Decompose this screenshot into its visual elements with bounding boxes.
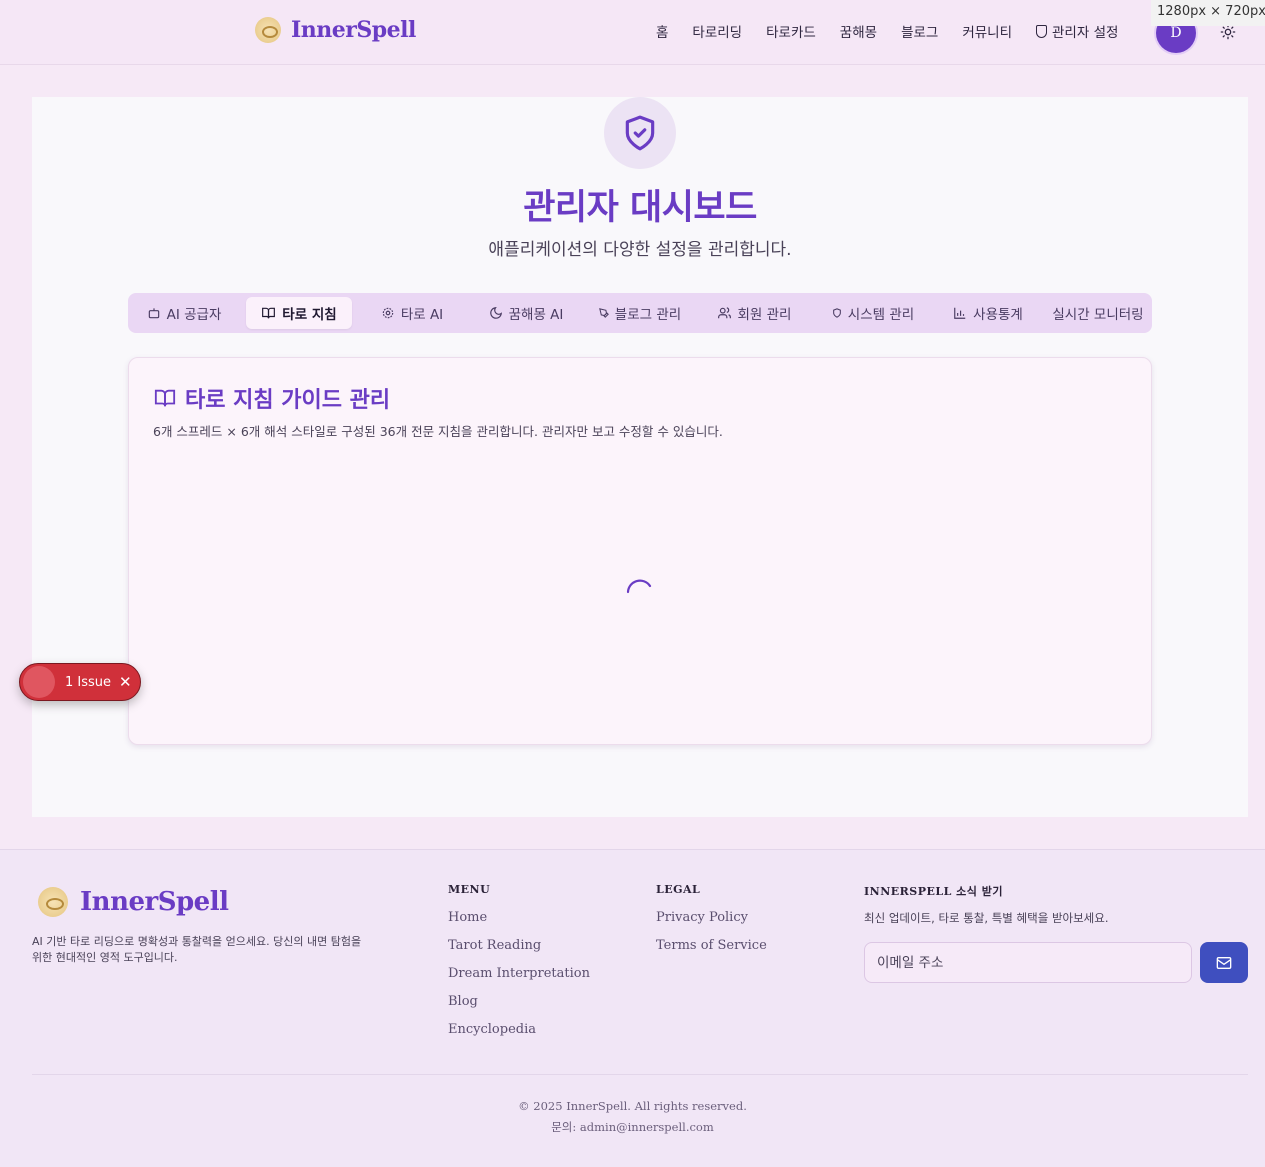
brand-logo[interactable]: InnerSpell: [255, 17, 416, 43]
footer-link-encyclopedia[interactable]: Encyclopedia: [448, 1022, 590, 1050]
tab-usage-stats[interactable]: 사용통계: [940, 297, 1036, 329]
loading-spinner-icon: [626, 579, 652, 594]
tab-ai-provider[interactable]: AI 공급자: [128, 297, 240, 329]
bot-icon: [148, 308, 159, 319]
shield-check-icon: [625, 115, 655, 151]
nav-home[interactable]: 홈: [656, 21, 668, 41]
site-header: InnerSpell 홈 타로리딩 타로카드 꿈해몽 블로그 커뮤니티 관리자 …: [0, 0, 1265, 65]
footer-newsletter-desc: 최신 업데이트, 타로 통찰, 특별 혜택을 받아보세요.: [864, 911, 1109, 925]
main-nav: 홈 타로리딩 타로카드 꿈해몽 블로그 커뮤니티 관리자 설정: [656, 21, 1142, 41]
bar-chart-icon: [954, 307, 966, 319]
card-description: 6개 스프레드 × 6개 해석 스타일로 구성된 36개 전문 지침을 관리합니…: [153, 424, 723, 439]
footer-copyright: © 2025 InnerSpell. All rights reserved.: [518, 1099, 747, 1113]
pen-nib-icon: [598, 308, 609, 318]
footer-legal-links: Privacy Policy Terms of Service: [656, 910, 767, 966]
footer-contact: 문의: admin@innerspell.com: [551, 1120, 714, 1134]
nav-admin-label: 관리자 설정: [1052, 25, 1119, 41]
sun-icon: [1220, 24, 1236, 40]
shield-icon: [832, 308, 841, 318]
issue-count: 1 Issue: [65, 674, 112, 690]
footer-link-blog[interactable]: Blog: [448, 994, 590, 1022]
eye-logo-icon: [38, 887, 68, 917]
footer-about: AI 기반 타로 리딩으로 명확성과 통찰력을 얻으세요. 당신의 내면 탐험을…: [32, 935, 362, 964]
moon-icon: [489, 307, 502, 319]
cog-icon: [382, 307, 394, 319]
issue-indicator-icon: [23, 666, 55, 698]
tab-tarot-guidelines[interactable]: 타로 지침: [246, 297, 352, 329]
brand-name: InnerSpell: [291, 17, 416, 43]
footer-legal-title: LEGAL: [656, 883, 701, 896]
mail-icon: [1216, 956, 1232, 969]
tab-label: 꿈해몽 AI: [508, 307, 564, 323]
nav-blog[interactable]: 블로그: [901, 21, 938, 41]
admin-dashboard: 관리자 대시보드 애플리케이션의 다양한 설정을 관리합니다. AI 공급자 타…: [32, 97, 1248, 817]
footer-menu-title: MENU: [448, 883, 491, 896]
admin-tabs: AI 공급자 타로 지침 타로 AI 꿈해몽 AI 블로그 관리 회원 관리 시…: [128, 293, 1152, 333]
book-open-icon: [262, 307, 276, 319]
tab-label: 시스템 관리: [847, 307, 915, 323]
footer-divider: [32, 1074, 1248, 1075]
nav-tarot-reading[interactable]: 타로리딩: [692, 21, 742, 41]
newsletter-email-input[interactable]: [864, 942, 1192, 983]
nav-admin-settings[interactable]: 관리자 설정: [1036, 21, 1118, 41]
shield-icon: [1036, 24, 1048, 38]
footer-link-dream[interactable]: Dream Interpretation: [448, 966, 590, 994]
tab-label: 회원 관리: [737, 307, 792, 323]
tab-label: 사용통계: [973, 307, 1023, 323]
footer-link-privacy[interactable]: Privacy Policy: [656, 910, 767, 938]
footer-link-tarot-reading[interactable]: Tarot Reading: [448, 938, 590, 966]
tab-label: 블로그 관리: [614, 307, 682, 323]
tab-label: 타로 지침: [282, 307, 337, 323]
newsletter-submit-button[interactable]: [1200, 942, 1248, 983]
site-footer: InnerSpell AI 기반 타로 리딩으로 명확성과 통찰력을 얻으세요.…: [0, 849, 1265, 1167]
footer-brand-name: InnerSpell: [80, 887, 229, 917]
viewport-size-badge: 1280px × 720px: [1151, 0, 1265, 26]
tab-label: AI 공급자: [166, 307, 222, 323]
book-open-icon: [154, 389, 176, 407]
tab-label: 타로 AI: [400, 307, 444, 323]
footer-newsletter-title: INNERSPELL 소식 받기: [864, 885, 1003, 898]
tab-tarot-ai[interactable]: 타로 AI: [360, 297, 464, 329]
tab-system-management[interactable]: 시스템 관리: [818, 297, 928, 329]
footer-menu-links: Home Tarot Reading Dream Interpretation …: [448, 910, 590, 1050]
tab-dream-ai[interactable]: 꿈해몽 AI: [472, 297, 580, 329]
card-title: 타로 지침 가이드 관리: [153, 382, 390, 414]
admin-shield-badge: [604, 97, 676, 169]
tab-label: 실시간 모니터링: [1052, 307, 1144, 323]
page-subtitle: 애플리케이션의 다양한 설정을 관리합니다.: [488, 240, 792, 260]
issue-badge[interactable]: 1 Issue ✕: [19, 663, 141, 701]
footer-brand-logo[interactable]: InnerSpell: [38, 887, 229, 917]
footer-link-home[interactable]: Home: [448, 910, 590, 938]
tab-member-management[interactable]: 회원 관리: [706, 297, 802, 329]
tarot-guidelines-card: 타로 지침 가이드 관리 6개 스프레드 × 6개 해석 스타일로 구성된 36…: [128, 357, 1152, 745]
close-icon[interactable]: ✕: [119, 673, 132, 691]
eye-logo-icon: [255, 17, 281, 43]
tab-realtime-monitoring[interactable]: 실시간 모니터링: [1044, 297, 1152, 329]
page-title: 관리자 대시보드: [523, 188, 757, 228]
tab-blog-management[interactable]: 블로그 관리: [588, 297, 692, 329]
footer-link-terms[interactable]: Terms of Service: [656, 938, 767, 966]
nav-dream[interactable]: 꿈해몽: [840, 21, 877, 41]
nav-community[interactable]: 커뮤니티: [962, 21, 1012, 41]
nav-tarot-cards[interactable]: 타로카드: [766, 21, 816, 41]
card-title-text: 타로 지침 가이드 관리: [185, 388, 391, 413]
users-icon: [717, 307, 731, 319]
